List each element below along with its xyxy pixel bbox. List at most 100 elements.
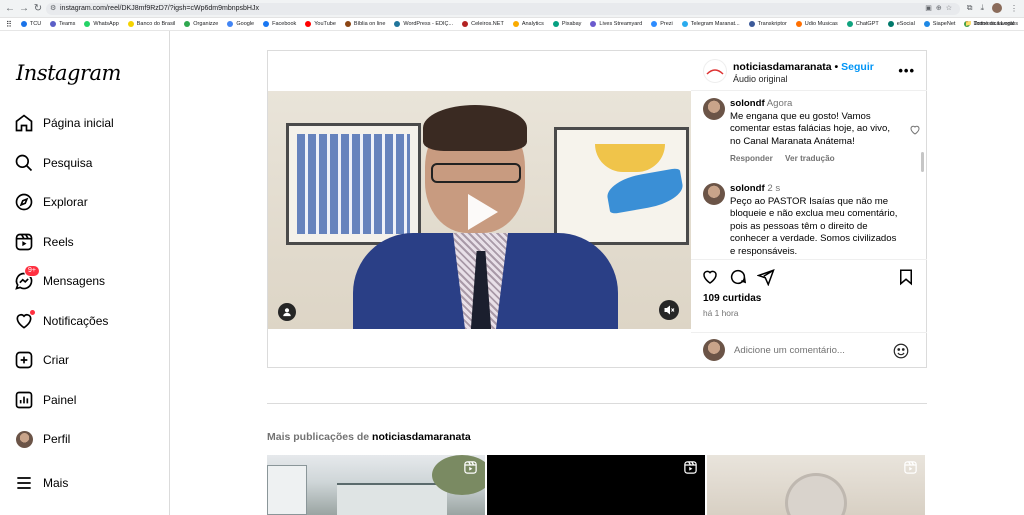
like-icon[interactable] — [701, 268, 719, 286]
bookmark-item[interactable]: Google — [227, 21, 254, 27]
bookmark-item[interactable]: Pixabay — [552, 21, 581, 27]
bookmark-favicon-icon — [227, 21, 234, 27]
play-icon[interactable] — [456, 188, 504, 236]
notification-dot — [30, 310, 35, 315]
bookmark-item[interactable]: Organizze — [184, 21, 218, 27]
translate-button[interactable]: Ver tradução — [785, 154, 835, 163]
plus-square-icon — [14, 350, 34, 370]
bookmark-item[interactable]: Celeiros.NET — [462, 21, 504, 27]
follow-button[interactable]: Seguir — [841, 61, 874, 73]
bookmark-item[interactable]: Prezi — [651, 21, 673, 27]
post-time: há 1 hora — [703, 308, 739, 318]
bookmark-label: Analytics — [521, 21, 544, 27]
browser-toolbar: ← → ↻ ⚙ instagram.com/reel/DKJ8mf9RzD7/?… — [0, 0, 1024, 18]
nav-notifications-label: Notificações — [43, 314, 109, 328]
bookmark-item[interactable]: eSocial — [887, 21, 915, 27]
messages-badge: 9+ — [24, 265, 40, 277]
bookmark-item[interactable]: Analytics — [512, 21, 544, 27]
all-bookmarks[interactable]: 📁 Todos os favoritos — [965, 21, 1018, 27]
likes-count[interactable]: 109 curtidas — [703, 293, 761, 304]
more-options-icon[interactable]: ••• — [898, 63, 915, 78]
bookmark-label: Teams — [59, 21, 76, 27]
bookmark-item[interactable]: ChatGPT — [846, 21, 879, 27]
bookmark-item[interactable]: Teams — [50, 21, 75, 27]
url-action-icons[interactable]: ▣⊕☆ — [925, 3, 956, 15]
bookmark-label: Bíblia on line — [353, 21, 386, 27]
apps-icon[interactable]: ⠿ — [6, 20, 12, 29]
bookmark-icon[interactable] — [897, 268, 915, 286]
reload-icon[interactable]: ↻ — [32, 3, 44, 15]
bookmark-label: SiapeNet — [932, 21, 956, 27]
tagged-user-icon[interactable] — [278, 303, 296, 321]
share-icon[interactable] — [757, 268, 775, 286]
mute-icon[interactable] — [659, 300, 679, 320]
post-thumbnail[interactable] — [707, 455, 925, 515]
nav-more[interactable]: Mais — [14, 469, 68, 497]
bookmark-label: Organizze — [193, 21, 219, 27]
account-avatar[interactable] — [703, 59, 727, 83]
bookmark-item[interactable]: Bíblia on line — [344, 21, 386, 27]
bookmark-favicon-icon — [184, 21, 191, 27]
like-comment-icon[interactable] — [909, 124, 921, 136]
bookmark-item[interactable]: Facebook — [263, 21, 296, 27]
nav-reels[interactable]: Reels — [14, 228, 74, 256]
audio-label[interactable]: Áudio original — [733, 74, 788, 84]
bookmark-label: eSocial — [896, 21, 915, 27]
post-thumbnail[interactable] — [487, 455, 705, 515]
bookmark-favicon-icon — [344, 21, 351, 27]
bookmark-item[interactable]: Transkriptor — [748, 21, 787, 27]
bookmark-item[interactable]: Telegram Maranat... — [681, 21, 740, 27]
reply-button[interactable]: Responder — [730, 154, 773, 163]
extensions-icon[interactable]: ⧉ — [967, 3, 973, 13]
comment-user[interactable]: solondf — [730, 183, 765, 194]
bookmark-favicon-icon — [127, 21, 134, 27]
comments-list[interactable]: solondf Agora Me engana que eu gosto! Va… — [691, 92, 927, 259]
browser-profile-avatar[interactable] — [992, 3, 1002, 13]
bookmark-item[interactable]: SiapeNet — [923, 21, 956, 27]
post-thumbnail[interactable] — [267, 455, 485, 515]
bookmark-favicon-icon — [795, 21, 802, 27]
nav-create-label: Criar — [43, 353, 69, 367]
bookmark-favicon-icon — [846, 21, 853, 27]
nav-notifications[interactable]: Notificações — [14, 307, 108, 335]
bookmark-item[interactable]: TCU — [20, 21, 41, 27]
avatar[interactable] — [703, 98, 725, 120]
reel-video[interactable] — [268, 91, 691, 329]
bookmark-favicon-icon — [512, 21, 519, 27]
nav-dashboard[interactable]: Painel — [14, 386, 76, 414]
nav-profile[interactable]: Perfil — [14, 425, 70, 453]
bookmark-item[interactable]: Udio Musicas — [795, 21, 838, 27]
bookmark-favicon-icon — [590, 21, 597, 27]
nav-explore[interactable]: Explorar — [14, 188, 88, 216]
bookmark-item[interactable]: WordPress - EDIÇ... — [394, 21, 453, 27]
back-icon[interactable]: ← — [4, 3, 16, 15]
account-name[interactable]: noticiasdamaranata — [733, 61, 832, 73]
bookmark-favicon-icon — [462, 21, 469, 27]
bookmark-favicon-icon — [923, 21, 930, 27]
site-info-icon[interactable]: ⚙ — [50, 3, 56, 15]
messenger-icon: 9+ — [14, 265, 40, 291]
forward-icon[interactable]: → — [18, 3, 30, 15]
instagram-logo[interactable]: Instagram — [16, 61, 121, 85]
bookmark-favicon-icon — [651, 21, 658, 27]
comment-input[interactable]: Adicione um comentário... — [734, 345, 845, 356]
address-bar[interactable]: ⚙ instagram.com/reel/DKJ8mf9RzD7/?igsh=c… — [46, 3, 960, 15]
nav-home[interactable]: Página inicial — [14, 109, 114, 137]
nav-create[interactable]: Criar — [14, 346, 69, 374]
bookmark-item[interactable]: Banco do Brasil — [127, 21, 175, 27]
emoji-icon[interactable] — [892, 342, 910, 360]
comments-scrollbar[interactable] — [921, 152, 924, 172]
comment-icon[interactable] — [729, 268, 747, 286]
browser-menu-icon[interactable]: ⋮ — [1010, 4, 1018, 13]
bookmark-item[interactable]: WhatsApp — [84, 21, 119, 27]
avatar[interactable] — [703, 183, 725, 205]
comment-user[interactable]: solondf — [730, 98, 765, 109]
download-icon[interactable]: ⤓ — [980, 3, 984, 13]
bookmark-item[interactable]: YouTube — [305, 21, 336, 27]
bookmark-item[interactable]: Lives Streamyard — [590, 21, 642, 27]
reels-icon — [904, 461, 917, 474]
more-posts-account[interactable]: noticiasdamaranata — [372, 431, 471, 443]
nav-search[interactable]: Pesquisa — [14, 149, 92, 177]
nav-messages[interactable]: 9+ Mensagens — [14, 265, 105, 295]
header-separator: • — [834, 61, 839, 73]
